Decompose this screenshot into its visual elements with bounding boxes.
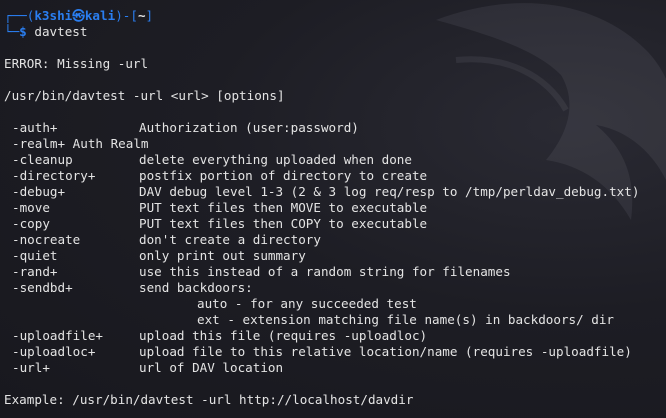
prompt-corner-bottom: └─ xyxy=(4,24,20,39)
option-row-quiet: -quiet only print out summary xyxy=(4,248,666,264)
prompt-corner-top: ┌──( xyxy=(4,8,35,23)
option-desc: use this instead of a random string for … xyxy=(139,264,511,279)
option-row-rand: -rand+ use this instead of a random strin… xyxy=(4,264,666,280)
option-flag: -sendbd+ xyxy=(12,280,73,295)
sendbd-sub-auto: auto - for any succeeded test xyxy=(197,296,417,311)
prompt-path: ~ xyxy=(137,8,146,23)
option-row-nocreate: -nocreate don't create a directory xyxy=(4,232,666,248)
option-desc: don't create a directory xyxy=(139,232,321,247)
option-row-directory: -directory+ postfix portion of directory … xyxy=(4,168,666,184)
option-flag: -auth+ xyxy=(12,120,58,135)
option-desc: delete everything uploaded when done xyxy=(139,152,412,167)
entered-command: davtest xyxy=(34,24,88,39)
error-message: ERROR: Missing -url xyxy=(4,56,149,71)
prompt-user-host: k3shi㉿kali xyxy=(34,8,116,23)
option-desc: url of DAV location xyxy=(139,360,284,375)
option-row-uploadfile: -uploadfile+ upload this file (requires -… xyxy=(4,328,666,344)
option-flag: -quiet xyxy=(12,248,58,263)
option-desc: postfix portion of directory to create xyxy=(139,168,428,183)
option-row-sendbd: -sendbd+ send backdoors: xyxy=(4,280,666,296)
option-row-auth: -auth+ Authorization (user:password) xyxy=(4,120,666,136)
prompt-mid: )-[ xyxy=(115,8,138,23)
usage-line: /usr/bin/davtest -url <url> [options] xyxy=(4,88,285,103)
option-desc: upload file to this relative location/na… xyxy=(139,344,632,359)
option-flag: -debug+ xyxy=(12,184,66,199)
option-flag: -url+ xyxy=(12,360,50,375)
option-flag: -copy xyxy=(12,216,50,231)
option-flag: -uploadfile+ xyxy=(12,328,103,343)
option-flag: -directory+ xyxy=(12,168,96,183)
option-desc: PUT text files then MOVE to executable xyxy=(139,200,428,215)
option-flag: -cleanup xyxy=(12,152,73,167)
example-line: Example: /usr/bin/davtest -url http://lo… xyxy=(4,392,414,407)
prompt-dollar: $ xyxy=(19,24,27,39)
option-row-uploadloc: -uploadloc+ upload file to this relative … xyxy=(4,344,666,360)
option-row-realm: -realm+ Auth Realm xyxy=(12,136,149,151)
option-desc: only print out summary xyxy=(139,248,306,263)
prompt-line-top: ┌──(k3shi㉿kali)-[~] xyxy=(4,8,666,24)
option-row-url: -url+ url of DAV location xyxy=(4,360,666,376)
option-row-debug: -debug+ DAV debug level 1-3 (2 & 3 log re… xyxy=(4,184,666,200)
prompt-line-command: └─$ davtest xyxy=(4,24,666,40)
sendbd-sub-ext: ext - extension matching file name(s) in… xyxy=(197,312,615,327)
option-desc: upload this file (requires -uploadloc) xyxy=(139,328,428,343)
option-desc: PUT text files then COPY to executable xyxy=(139,216,428,231)
option-desc: Authorization (user:password) xyxy=(139,120,359,135)
option-flag: -move xyxy=(12,200,50,215)
option-row-cleanup: -cleanup delete everything uploaded when … xyxy=(4,152,666,168)
option-flag: -nocreate xyxy=(12,232,81,247)
option-row-copy: -copy PUT text files then COPY to executa… xyxy=(4,216,666,232)
option-flag: -uploadloc+ xyxy=(12,344,96,359)
terminal-output: ┌──(k3shi㉿kali)-[~] └─$ davtest ERROR: M… xyxy=(4,8,666,408)
option-desc: DAV debug level 1-3 (2 & 3 log req/resp … xyxy=(139,184,640,199)
prompt-end: ] xyxy=(145,8,154,23)
option-desc: send backdoors: xyxy=(139,280,253,295)
terminal-window[interactable]: ┌──(k3shi㉿kali)-[~] └─$ davtest ERROR: M… xyxy=(0,0,666,418)
option-row-move: -move PUT text files then MOVE to executa… xyxy=(4,200,666,216)
option-flag: -rand+ xyxy=(12,264,58,279)
